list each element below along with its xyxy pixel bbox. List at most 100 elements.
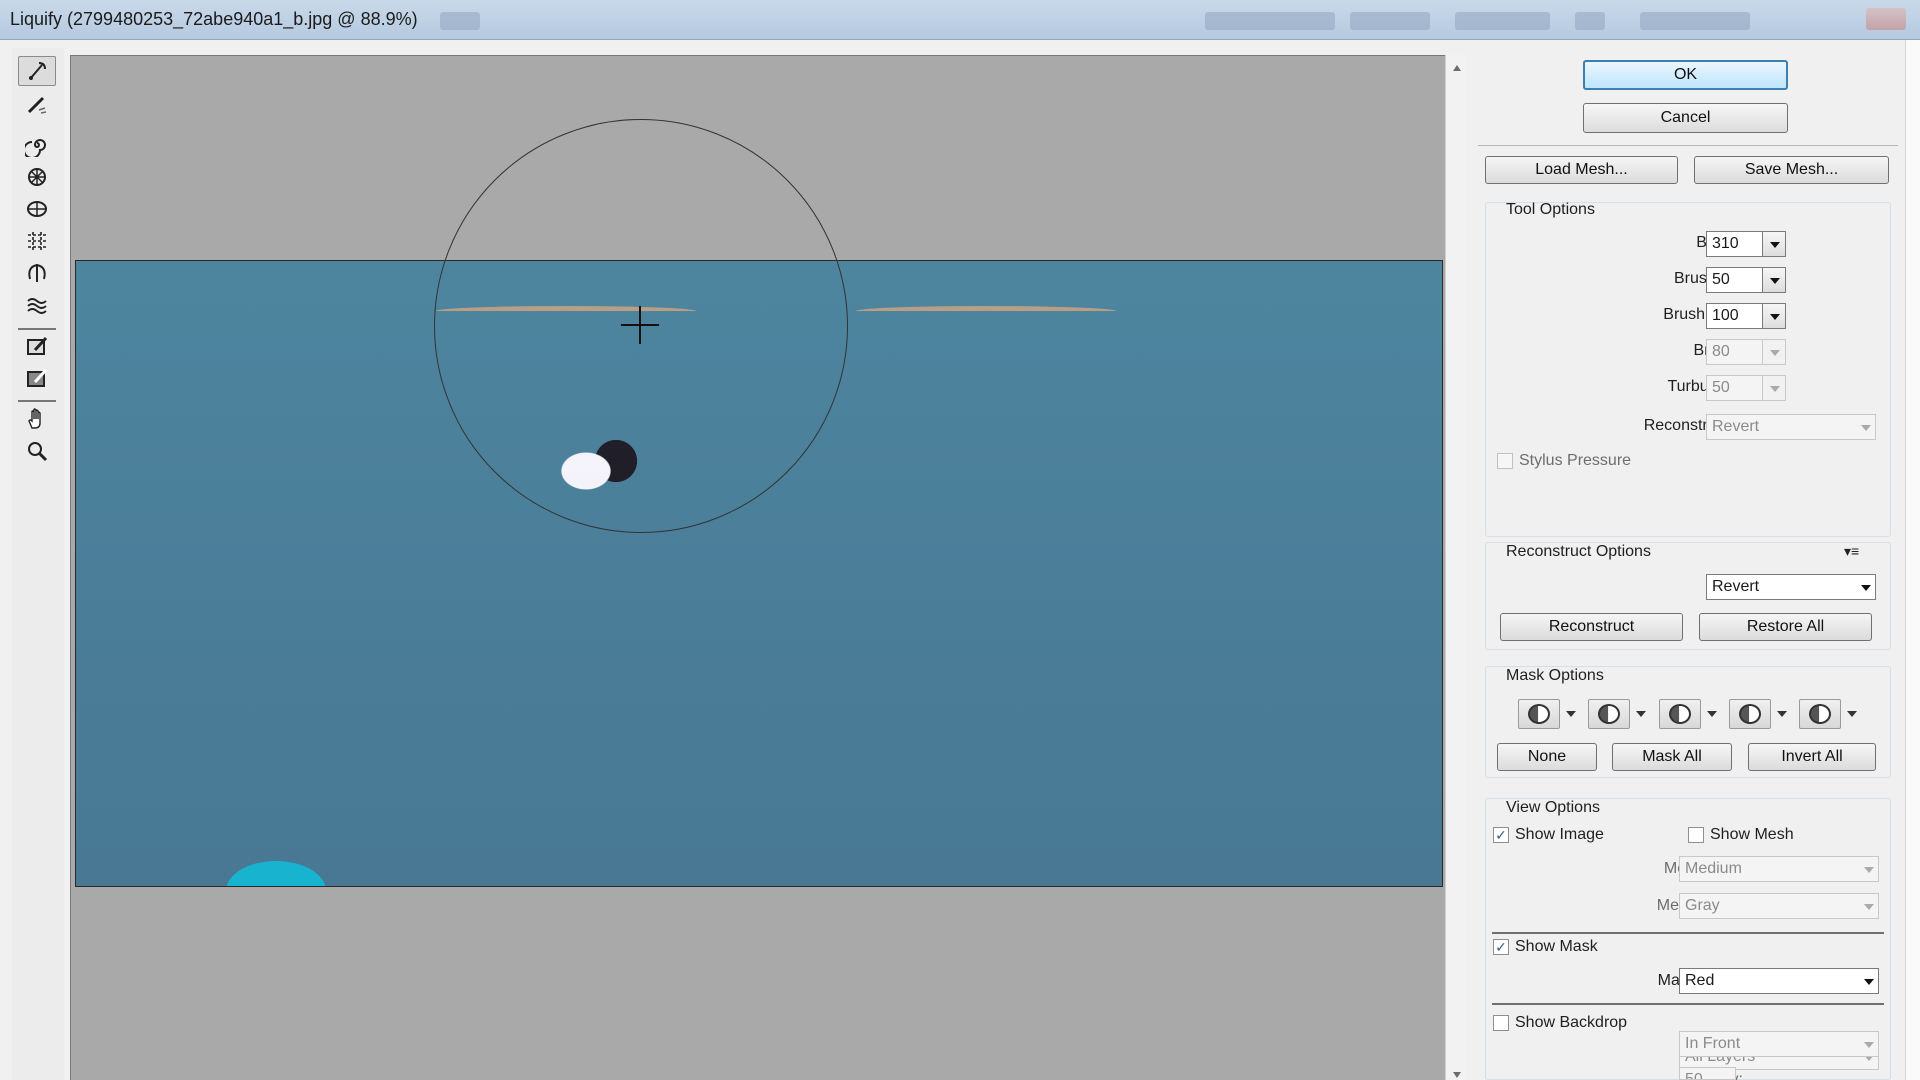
reconstruct-mode-dropdown[interactable]: Revert bbox=[1706, 574, 1876, 600]
reconstruct-button[interactable]: Reconstruct bbox=[1500, 613, 1683, 641]
add-to-selection-icon bbox=[1588, 699, 1630, 729]
mask-all-button[interactable]: Mask All bbox=[1612, 743, 1732, 771]
turbulent-jitter-input: 50 bbox=[1706, 375, 1763, 401]
ok-button[interactable]: OK bbox=[1583, 60, 1788, 90]
reconstruct-tool-icon bbox=[27, 96, 47, 114]
close-window-button[interactable] bbox=[1866, 8, 1906, 30]
show-mask-checkbox[interactable]: ✓ bbox=[1493, 939, 1509, 955]
chevron-down-icon bbox=[1707, 711, 1717, 717]
tool-options-group bbox=[1485, 202, 1891, 537]
show-mesh-label: Show Mesh bbox=[1710, 826, 1794, 843]
toolbox-separator bbox=[18, 400, 56, 402]
turbulence-tool[interactable] bbox=[18, 290, 56, 320]
twirl-clockwise-tool[interactable] bbox=[18, 130, 56, 160]
mirror-tool-icon bbox=[28, 263, 46, 282]
thaw-mask-tool[interactable] bbox=[18, 363, 56, 393]
workspace-tab bbox=[1350, 12, 1430, 30]
show-mesh-checkbox[interactable] bbox=[1688, 827, 1704, 843]
brush-cursor-circle bbox=[434, 119, 848, 533]
pucker-tool-icon bbox=[28, 168, 46, 186]
add-to-selection-button[interactable] bbox=[1588, 699, 1650, 729]
panel-scrollbar[interactable] bbox=[1905, 40, 1920, 1080]
freeze-mask-tool-icon bbox=[27, 336, 48, 355]
intersect-with-selection-button[interactable] bbox=[1729, 699, 1791, 729]
restore-all-button[interactable]: Restore All bbox=[1699, 613, 1872, 641]
push-left-tool-icon bbox=[28, 232, 46, 250]
reconstruct-tool[interactable] bbox=[18, 89, 56, 119]
window-titlebar: Liquify (2799480253_72abe940a1_b.jpg @ 8… bbox=[0, 0, 1920, 40]
chevron-down-icon bbox=[1770, 314, 1780, 320]
replace-selection-button[interactable] bbox=[1518, 699, 1580, 729]
mesh-size-select: Medium bbox=[1679, 856, 1879, 882]
chevron-down-icon bbox=[1861, 425, 1871, 431]
workspace-switcher bbox=[440, 12, 480, 30]
show-backdrop-label: Show Backdrop bbox=[1515, 1014, 1628, 1031]
workspace-tab bbox=[1205, 12, 1335, 30]
cancel-button[interactable]: Cancel bbox=[1583, 103, 1788, 133]
backdrop-mode-select: In Front bbox=[1679, 1031, 1879, 1057]
liquify-toolbox bbox=[12, 48, 64, 1080]
show-image-label: Show Image bbox=[1515, 826, 1604, 843]
chevron-down-icon bbox=[1864, 904, 1874, 910]
view-options-divider bbox=[1492, 1003, 1884, 1005]
chevron-down-icon bbox=[1864, 979, 1874, 985]
chevron-down-icon bbox=[1864, 1042, 1874, 1048]
canvas-vertical-scrollbar[interactable] bbox=[1445, 55, 1467, 1080]
bloat-tool[interactable] bbox=[18, 194, 56, 224]
zoom-tool[interactable] bbox=[18, 436, 56, 466]
bloat-tool-icon bbox=[27, 201, 47, 217]
save-mesh-button[interactable]: Save Mesh... bbox=[1694, 156, 1889, 184]
chevron-down-icon bbox=[1864, 867, 1874, 873]
mesh-color-select: Gray bbox=[1679, 893, 1879, 919]
view-options-divider bbox=[1492, 932, 1884, 934]
pucker-tool[interactable] bbox=[18, 162, 56, 192]
brush-crosshair bbox=[639, 306, 641, 344]
load-mesh-button[interactable]: Load Mesh... bbox=[1485, 156, 1678, 184]
invert-selection-button[interactable] bbox=[1799, 699, 1861, 729]
panel-divider bbox=[1478, 145, 1898, 146]
stylus-pressure-checkbox bbox=[1497, 453, 1513, 469]
forward-warp-tool[interactable] bbox=[18, 56, 56, 86]
chevron-down-icon bbox=[1770, 242, 1780, 248]
tool-options-title: Tool Options bbox=[1506, 201, 1595, 218]
show-image-checkbox[interactable]: ✓ bbox=[1493, 827, 1509, 843]
freeze-mask-tool[interactable] bbox=[18, 331, 56, 361]
mask-color-select[interactable]: Red bbox=[1679, 968, 1879, 994]
thaw-mask-tool-icon bbox=[27, 368, 48, 387]
brush-size-dropdown-button[interactable] bbox=[1762, 231, 1786, 257]
turbulent-jitter-dropdown-button bbox=[1762, 375, 1786, 401]
show-backdrop-checkbox[interactable] bbox=[1493, 1015, 1509, 1031]
stylus-pressure-label: Stylus Pressure bbox=[1519, 452, 1632, 469]
invert-all-button[interactable]: Invert All bbox=[1748, 743, 1876, 771]
hand-tool[interactable] bbox=[18, 404, 56, 434]
brush-rate-input: 80 bbox=[1706, 339, 1763, 365]
scroll-up-icon[interactable] bbox=[1453, 65, 1461, 71]
mirror-tool[interactable] bbox=[18, 258, 56, 288]
push-left-tool[interactable] bbox=[18, 226, 56, 256]
twirl-clockwise-tool-icon bbox=[25, 139, 46, 157]
panel-menu-icon[interactable]: ▾≡ bbox=[1844, 543, 1859, 560]
reconstruct-mode-select: Revert bbox=[1706, 414, 1876, 440]
zoom-tool-icon bbox=[28, 442, 48, 462]
brush-size-input[interactable]: 310 bbox=[1706, 231, 1763, 257]
right-eyebrow bbox=[856, 306, 1116, 316]
brush-pressure-input[interactable]: 100 bbox=[1706, 303, 1763, 329]
chevron-down-icon bbox=[1861, 585, 1871, 591]
scroll-down-icon[interactable] bbox=[1453, 1072, 1461, 1078]
subtract-from-selection-icon bbox=[1659, 699, 1701, 729]
chevron-down-icon bbox=[1777, 711, 1787, 717]
invert-selection-icon bbox=[1799, 699, 1841, 729]
liquify-options-panel: OK Cancel Load Mesh... Save Mesh... Tool… bbox=[1478, 48, 1898, 1080]
brush-density-dropdown-button[interactable] bbox=[1762, 267, 1786, 293]
brush-density-input[interactable]: 50 bbox=[1706, 267, 1763, 293]
mask-none-button[interactable]: None bbox=[1497, 743, 1597, 771]
show-mask-label: Show Mask bbox=[1515, 938, 1598, 955]
chevron-down-icon bbox=[1847, 711, 1857, 717]
reconstruct-options-title: Reconstruct Options bbox=[1506, 543, 1651, 560]
brush-pressure-dropdown-button[interactable] bbox=[1762, 303, 1786, 329]
chevron-down-icon bbox=[1636, 711, 1646, 717]
subtract-from-selection-button[interactable] bbox=[1659, 699, 1721, 729]
toolbox-separator bbox=[18, 328, 56, 330]
replace-selection-icon bbox=[1518, 699, 1560, 729]
brush-rate-dropdown-button bbox=[1762, 339, 1786, 365]
